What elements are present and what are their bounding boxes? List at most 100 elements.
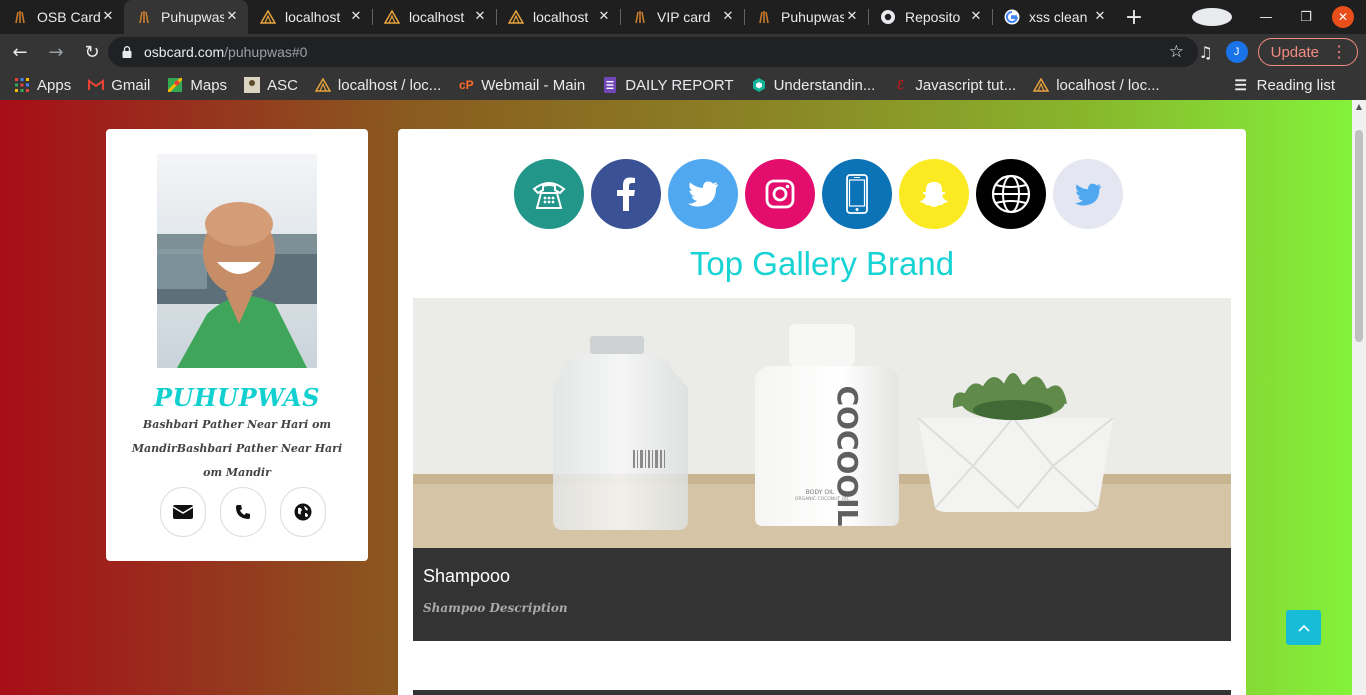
close-icon[interactable]: ✕ [100, 9, 116, 25]
bookmark-star-icon[interactable]: ☆ [1169, 42, 1184, 62]
phpmyadmin-icon [260, 9, 276, 25]
gallery-image: COCOOIL BODY OIL ORGANIC COCONUT OIL [413, 298, 1231, 548]
apps-grid-icon [14, 77, 30, 93]
telephone-icon [532, 182, 566, 209]
browser-tab[interactable]: localhost ✕ [496, 0, 620, 34]
scroll-to-top-button[interactable] [1286, 610, 1321, 645]
tab-title: Puhupwas [161, 9, 224, 25]
bottle-sublabel-2: ORGANIC COCONUT OIL [795, 496, 850, 502]
browser-tab[interactable]: Reposito ✕ [868, 0, 992, 34]
close-icon[interactable]: ✕ [596, 9, 612, 25]
website-icon [991, 174, 1031, 214]
bookmark-daily-report[interactable]: DAILY REPORT [602, 77, 734, 94]
browser-tab[interactable]: Puhupwas ✕ [744, 0, 868, 34]
twitter-link-2[interactable] [1053, 159, 1123, 229]
email-button[interactable] [160, 487, 206, 537]
close-icon[interactable]: ✕ [348, 9, 364, 25]
bookmark-localhost[interactable]: localhost / loc... [314, 76, 442, 94]
bookmark-label: localhost / loc... [1056, 76, 1160, 94]
close-icon[interactable]: ✕ [968, 9, 984, 25]
browser-tab-active[interactable]: Puhupwas ✕ [124, 0, 248, 34]
profile-card: PUHUPWAS Bashbari Pather Near Hari om Ma… [106, 129, 368, 561]
mobile-link[interactable] [822, 159, 892, 229]
browser-tab[interactable]: localhost ✕ [248, 0, 372, 34]
address-bar[interactable]: osbcard.com/puhupwas#0 ☆ [108, 37, 1198, 67]
close-icon[interactable]: ✕ [844, 9, 860, 25]
reload-icon[interactable]: ↻ [76, 36, 108, 68]
twitter-link[interactable] [668, 159, 738, 229]
close-icon[interactable]: ✕ [720, 9, 736, 25]
telephone-link[interactable] [514, 159, 584, 229]
media-control-icon[interactable]: ♫ [1192, 43, 1220, 62]
bookmark-javascript[interactable]: ℰ Javascript tut... [892, 77, 1017, 94]
tab-title: VIP card [657, 9, 711, 25]
scroll-up-arrow-icon[interactable]: ▲ [1352, 100, 1366, 114]
bookmark-label: Understandin... [773, 76, 876, 94]
gallery-item[interactable]: COCOOIL BODY OIL ORGANIC COCONUT OIL Sha… [413, 298, 1231, 641]
bookmark-label: Gmail [111, 76, 151, 94]
profile-photo [157, 154, 317, 368]
cpanel-icon: cP [458, 78, 474, 92]
url-path: /puhupwas#0 [224, 44, 308, 60]
update-button[interactable]: Update ⋮ [1257, 38, 1358, 66]
more-vert-icon[interactable]: ⋮ [1331, 42, 1347, 62]
instagram-link[interactable] [745, 159, 815, 229]
close-icon[interactable]: ✕ [1092, 9, 1108, 25]
restore-icon[interactable]: ❐ [1286, 10, 1326, 25]
lock-icon [122, 46, 132, 58]
osb-favicon-icon [632, 9, 648, 25]
url-host: osbcard.com [144, 44, 225, 60]
hexagon-icon [751, 77, 767, 93]
scrollbar-thumb[interactable] [1355, 130, 1363, 342]
browser-tab[interactable]: OSB Card ✕ [0, 0, 124, 34]
new-tab-button[interactable]: + [1116, 0, 1152, 34]
reading-list[interactable]: ☰ Reading list [1233, 77, 1335, 94]
bookmark-asc[interactable]: ASC [244, 77, 298, 94]
chevron-up-icon [1297, 624, 1310, 632]
gallery-item-next[interactable] [413, 690, 1231, 695]
tab-title: localhost [285, 9, 341, 25]
profile-name: PUHUPWAS [154, 383, 320, 412]
phpmyadmin-icon [1033, 77, 1050, 93]
bookmark-label: Webmail - Main [481, 76, 586, 94]
bookmark-label: ASC [267, 76, 298, 94]
tab-search-icon[interactable]: ▼ [1192, 8, 1232, 26]
window-close-icon[interactable]: ✕ [1332, 6, 1354, 28]
browser-tab[interactable]: localhost ✕ [372, 0, 496, 34]
browser-tab[interactable]: VIP card ✕ [620, 0, 744, 34]
update-label: Update [1270, 43, 1319, 61]
bookmark-webmail[interactable]: cP Webmail - Main [458, 77, 585, 94]
page-scrollbar[interactable]: ▲ [1352, 100, 1366, 695]
bookmark-localhost-2[interactable]: localhost / loc... [1033, 76, 1160, 94]
snapchat-link[interactable] [899, 159, 969, 229]
facebook-link[interactable] [591, 159, 661, 229]
phone-icon [236, 505, 250, 519]
reading-list-label: Reading list [1256, 76, 1335, 94]
bookmark-gmail[interactable]: Gmail [88, 77, 150, 94]
browser-tab[interactable]: xss clean ✕ [992, 0, 1116, 34]
back-icon[interactable]: ← [4, 36, 36, 68]
bookmark-apps[interactable]: Apps [14, 77, 71, 94]
globe-icon [294, 503, 312, 521]
minimize-icon[interactable]: — [1246, 10, 1286, 25]
bookmark-understanding[interactable]: Understandin... [751, 76, 876, 94]
gmail-icon [88, 77, 105, 93]
reading-list-icon: ☰ [1234, 76, 1247, 93]
forward-icon[interactable]: → [40, 36, 72, 68]
tab-title: localhost [533, 9, 589, 25]
bookmark-label: Apps [37, 76, 72, 94]
profile-address: Bashbari Pather Near Hari om MandirBashb… [131, 418, 343, 479]
bookmark-maps[interactable]: Maps [167, 77, 227, 94]
website-link[interactable] [976, 159, 1046, 229]
close-icon[interactable]: ✕ [472, 9, 488, 25]
maps-icon [167, 77, 183, 93]
website-button[interactable] [280, 487, 326, 537]
twitter-icon [1074, 183, 1102, 205]
envelope-icon [173, 505, 193, 519]
phone-button[interactable] [220, 487, 266, 537]
avatar[interactable]: J [1225, 41, 1248, 63]
bookmark-label: localhost / loc... [337, 76, 442, 94]
social-links [514, 159, 1123, 229]
close-icon[interactable]: ✕ [224, 9, 240, 25]
tab-title: OSB Card [37, 9, 100, 25]
